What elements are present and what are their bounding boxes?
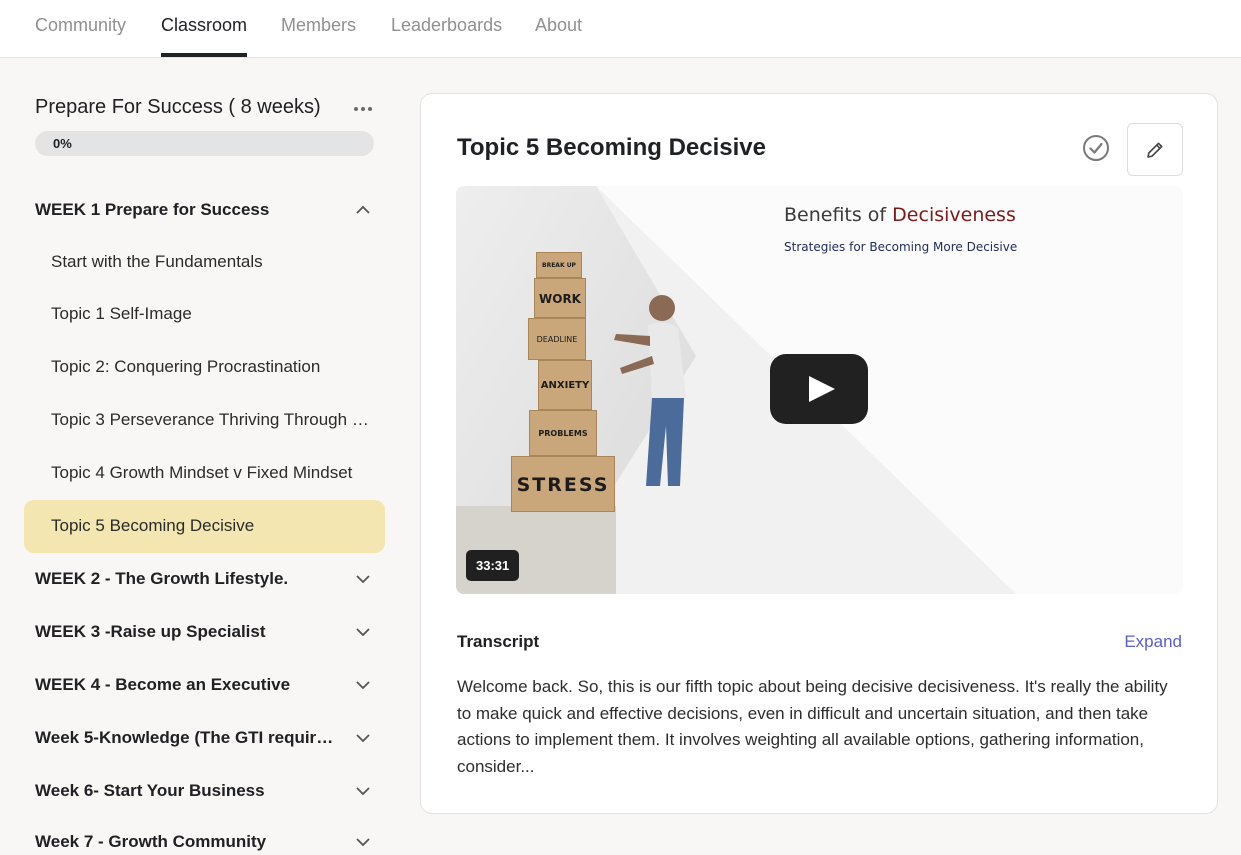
week-label: WEEK 1 Prepare for Success — [35, 200, 270, 219]
lesson-label: Topic 4 Growth Mindset v Fixed Mindset — [51, 463, 353, 482]
tab-classroom[interactable]: Classroom — [161, 15, 248, 57]
tab-about[interactable]: About — [535, 15, 582, 57]
lesson-label: Topic 2: Conquering Procrastination — [51, 357, 321, 376]
lesson-card: Topic 5 Becoming Decisive STRESS PROBLEM… — [420, 93, 1218, 814]
tab-community[interactable]: Community — [35, 15, 126, 57]
chevron-down-icon — [356, 575, 370, 584]
play-button[interactable] — [770, 354, 868, 424]
edit-lesson-button[interactable] — [1127, 123, 1183, 176]
box-problems: PROBLEMS — [529, 410, 597, 456]
video-player[interactable]: STRESS PROBLEMS ANXIETY DEADLINE WORK BR… — [456, 186, 1183, 594]
lesson-item[interactable]: Topic 1 Self-Image — [24, 288, 385, 341]
lesson-label: Topic 3 Perseverance Thriving Through Ch… — [51, 410, 373, 429]
chevron-down-icon — [356, 628, 370, 637]
tab-members[interactable]: Members — [281, 15, 356, 57]
lesson-label: Topic 5 Becoming Decisive — [51, 516, 255, 535]
lesson-label: Start with the Fundamentals — [51, 252, 263, 271]
transcript-label: Transcript — [457, 632, 540, 651]
tab-leaderboards[interactable]: Leaderboards — [391, 15, 502, 57]
video-subtitle: Strategies for Becoming More Decisive — [784, 240, 1018, 254]
lesson-item[interactable]: Topic 4 Growth Mindset v Fixed Mindset — [24, 447, 385, 500]
chevron-down-icon — [356, 838, 370, 847]
chevron-down-icon — [356, 734, 370, 743]
week-label: Week 5-Knowledge (The GTI requirements) — [35, 728, 335, 747]
progress-label: 0% — [53, 136, 72, 151]
week-2-header[interactable]: WEEK 2 - The Growth Lifestyle. — [35, 559, 374, 599]
week-label: WEEK 4 - Become an Executive — [35, 675, 291, 694]
box-break-up: BREAK UP — [536, 252, 582, 278]
lesson-item-active[interactable]: Topic 5 Becoming Decisive — [24, 500, 385, 553]
chevron-down-icon — [356, 681, 370, 690]
mark-complete-icon[interactable] — [1081, 133, 1111, 163]
video-title: Benefits of Decisiveness — [784, 204, 1016, 226]
top-nav: Community Classroom Members Leaderboards… — [0, 0, 1241, 58]
pencil-icon — [1147, 142, 1163, 158]
week-label: WEEK 3 -Raise up Specialist — [35, 622, 266, 641]
chevron-down-icon — [356, 787, 370, 796]
lesson-item[interactable]: Topic 2: Conquering Procrastination — [24, 341, 385, 394]
week-4-header[interactable]: WEEK 4 - Become an Executive — [35, 665, 374, 705]
transcript-text: Welcome back. So, this is our fifth topi… — [457, 677, 1168, 776]
week-6-header[interactable]: Week 6- Start Your Business — [35, 771, 374, 811]
lesson-item[interactable]: Topic 3 Perseverance Thriving Through Ch… — [24, 394, 385, 447]
week-1-header[interactable]: WEEK 1 Prepare for Success — [35, 190, 374, 230]
course-title: Prepare For Success ( 8 weeks) — [35, 96, 321, 118]
week-label: Week 7 - Growth Community — [35, 832, 267, 851]
box-stress: STRESS — [511, 456, 615, 512]
week-5-header[interactable]: Week 5-Knowledge (The GTI requirements) — [35, 718, 374, 758]
more-options-icon[interactable] — [350, 98, 376, 120]
lesson-item[interactable]: Start with the Fundamentals — [24, 236, 385, 289]
week-3-header[interactable]: WEEK 3 -Raise up Specialist — [35, 612, 374, 652]
expand-transcript-link[interactable]: Expand — [1124, 632, 1182, 652]
box-work: WORK — [534, 278, 586, 318]
week-7-header[interactable]: Week 7 - Growth Community — [35, 822, 374, 855]
week-label: WEEK 2 - The Growth Lifestyle. — [35, 569, 289, 588]
chevron-up-icon — [356, 205, 370, 214]
week-label: Week 6- Start Your Business — [35, 781, 265, 800]
box-anxiety: ANXIETY — [538, 360, 592, 410]
box-deadline: DEADLINE — [528, 318, 586, 360]
lesson-label: Topic 1 Self-Image — [51, 304, 192, 323]
lesson-title: Topic 5 Becoming Decisive — [457, 134, 766, 161]
course-progress-bar: 0% — [35, 131, 374, 156]
video-duration-badge: 33:31 — [466, 550, 520, 581]
